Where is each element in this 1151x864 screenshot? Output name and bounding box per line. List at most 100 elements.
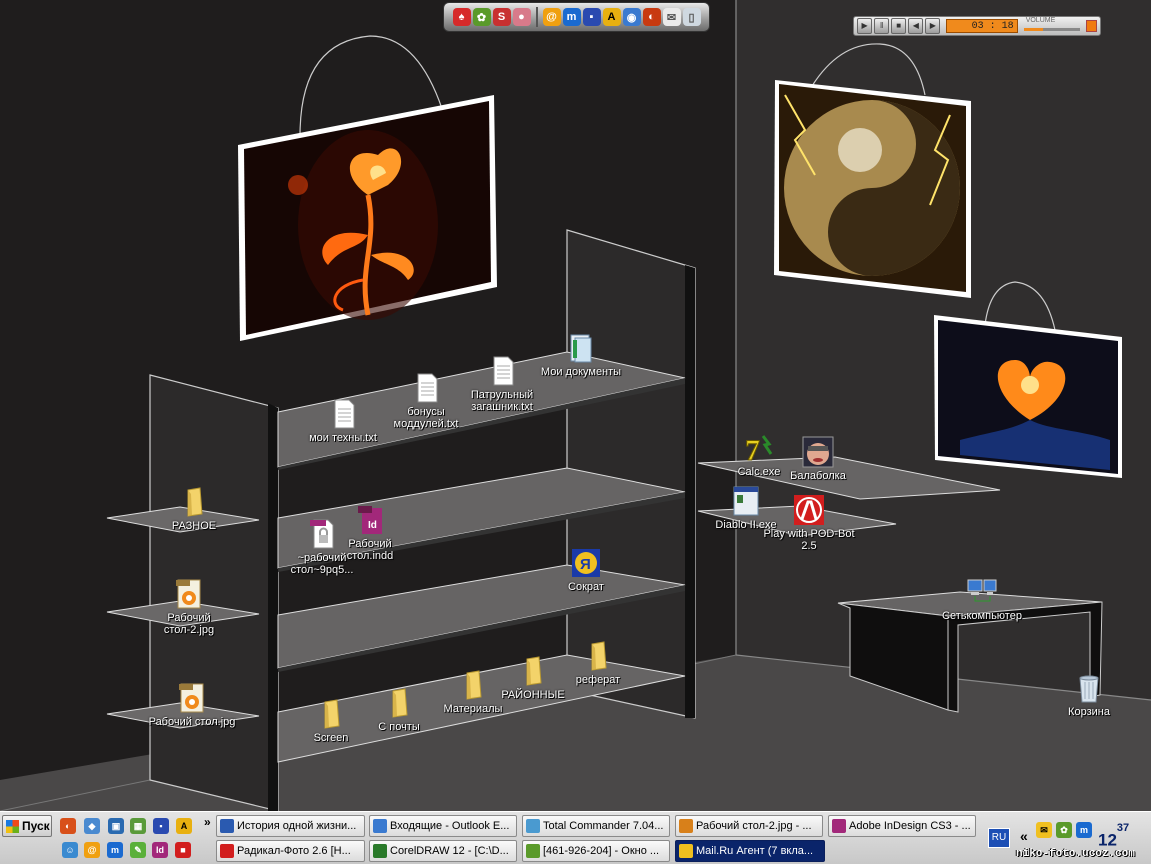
desktop-icon-balabolka[interactable]: Балаболка [772, 436, 864, 482]
task-icq-window[interactable]: [461-926-204] - Окно ... [522, 840, 670, 862]
desktop-icon-rabochiy-stol-2-jpg[interactable]: Рабочий стол-2.jpg [143, 578, 235, 636]
task-mail-agent[interactable]: Mail.Ru Агент (7 вкла... [675, 840, 825, 862]
pig-icon[interactable]: ● [512, 8, 531, 26]
task-label: [461-926-204] - Окно ... [543, 845, 660, 857]
icon-label: РАЙОННЫЕ [501, 689, 565, 701]
play-button[interactable]: ▶ [857, 18, 873, 34]
task-total-commander[interactable]: Total Commander 7.04... [522, 815, 670, 837]
icq-task-icon [526, 844, 540, 858]
chat-icon[interactable]: ☺ [62, 842, 78, 858]
text-file-icon [493, 356, 514, 386]
calc-icon: 7 [745, 434, 773, 464]
quicklaunch-overflow-chevron[interactable]: » [204, 815, 211, 829]
viewer-icon [679, 819, 693, 833]
jpg-file-icon [179, 683, 204, 713]
folder-icon [466, 670, 482, 700]
task-outlook[interactable]: Входящие - Outlook E... [369, 815, 517, 837]
task-coreldraw[interactable]: CorelDRAW 12 - [C:\D... [369, 840, 517, 862]
globe-icon[interactable]: ◉ [622, 8, 641, 26]
quicklaunch-separator [535, 7, 538, 27]
desktop-icon-referat[interactable]: реферат [552, 640, 644, 686]
radikal-icon[interactable]: ♠ [452, 8, 471, 26]
start-button[interactable]: Пуск [2, 815, 52, 837]
envelope-icon[interactable]: ✉ [662, 8, 681, 26]
agent-quicklaunch-icon[interactable]: m [107, 842, 123, 858]
desktop-icon-sokrat[interactable]: Я Сократ [540, 547, 632, 593]
desktop-icon-moi-dokumenty[interactable]: Мои документы [535, 332, 627, 378]
pause-button[interactable]: ‖ [874, 18, 890, 34]
next-button[interactable]: ▶ [925, 18, 941, 34]
half-life-icon [794, 495, 824, 525]
firefox-icon[interactable]: ◐ [642, 8, 661, 26]
stop-button[interactable]: ■ [891, 18, 907, 34]
task-indesign[interactable]: Adobe InDesign CS3 - ... [828, 815, 976, 837]
red-app-icon[interactable]: ■ [175, 842, 191, 858]
window-icon[interactable]: ▣ [108, 818, 124, 834]
start-label: Пуск [22, 819, 50, 833]
icon-label: Материалы [443, 703, 503, 715]
icon-label: Патрульный загашник.txt [470, 389, 534, 413]
volume-slider[interactable]: VOLUME [1023, 17, 1080, 33]
task-label: Входящие - Outlook E... [390, 820, 510, 832]
task-word[interactable]: История одной жизни... [216, 815, 365, 837]
desktop-icon-moi-tehny[interactable]: мои техны.txt [297, 398, 389, 444]
desktop-icon-pod-bot[interactable]: Play with POD-Bot 2.5 [763, 494, 855, 552]
radikal-task-icon [220, 844, 234, 858]
icon-label: РАЗНОЕ [171, 520, 217, 532]
task-radikal[interactable]: Радикал-Фото 2.6 [Н... [216, 840, 365, 862]
icon-label: мои техны.txt [309, 432, 377, 444]
diablo-icon [733, 486, 759, 516]
balabolka-icon [802, 436, 834, 468]
media-player: ▶ ‖ ■ ◀ ▶ 03 : 18 VOLUME [853, 16, 1101, 36]
task-label: Total Commander 7.04... [543, 820, 664, 832]
mail-agent-icon [679, 844, 693, 858]
desktop-icon-trash[interactable]: Корзина [1043, 672, 1135, 718]
floppy-quicklaunch-icon[interactable]: ▪ [153, 818, 169, 834]
desktop[interactable]: ♠ ✿ S ● @ m ▪ A ◉ ◐ ✉ ▯ ▶ ‖ ■ ◀ ▶ 03 : 1… [0, 0, 1151, 811]
mail-at-icon[interactable]: @ [542, 8, 561, 26]
icon-label: Сократ [568, 581, 604, 593]
task-label: Радикал-Фото 2.6 [Н... [237, 845, 351, 857]
task-label: Adobe InDesign CS3 - ... [849, 820, 971, 832]
icon-label: Рабочий стол-2.jpg [163, 612, 215, 636]
task-label: Рабочий стол-2.jpg - ... [696, 820, 812, 832]
my-documents-icon [570, 334, 592, 363]
tray-chevron[interactable]: « [1020, 828, 1028, 844]
volume-label: VOLUME [1025, 17, 1056, 24]
icq-icon[interactable]: ✿ [472, 8, 491, 26]
svg-text:Id: Id [368, 520, 377, 531]
aimp-quicklaunch-icon[interactable]: A [176, 818, 192, 834]
mail-tray-icon[interactable]: ✉ [1036, 822, 1052, 838]
desktop-icon-rabochiy-stol-jpg[interactable]: Рабочий стол.jpg [146, 682, 238, 728]
task-image-viewer[interactable]: Рабочий стол-2.jpg - ... [675, 815, 823, 837]
desktop-icon-raznoe[interactable]: РАЗНОЕ [148, 486, 240, 532]
icon-label: Мои документы [540, 366, 622, 378]
image-icon[interactable]: ▦ [130, 818, 146, 834]
indesign-quicklaunch-icon[interactable]: Id [152, 842, 168, 858]
prev-button[interactable]: ◀ [908, 18, 924, 34]
firefox-quicklaunch-icon[interactable]: ◐ [60, 818, 76, 834]
task-label: Mail.Ru Агент (7 вкла... [696, 845, 814, 857]
icq-tray-icon[interactable]: ✿ [1056, 822, 1072, 838]
snake-icon[interactable]: S [492, 8, 511, 26]
volume-fill [1023, 28, 1044, 31]
pen-icon[interactable]: ✎ [130, 842, 146, 858]
agent-tray-icon[interactable]: m [1076, 822, 1092, 838]
icon-label: Рабочий стол.jpg [148, 716, 236, 728]
windows-logo-icon [6, 819, 19, 833]
top-quicklaunch-bar: ♠ ✿ S ● @ m ▪ A ◉ ◐ ✉ ▯ [443, 2, 710, 32]
desktop-icon-indd[interactable]: Id Рабочий стол.indd [324, 504, 416, 562]
aimp-icon[interactable]: A [602, 8, 621, 26]
mail-at-quicklaunch-icon[interactable]: @ [84, 842, 100, 858]
icon-label: реферат [575, 674, 621, 686]
cube-icon[interactable]: ◆ [84, 818, 100, 834]
floppy-icon[interactable]: ▪ [582, 8, 601, 26]
clock-minutes: 37 [1116, 822, 1130, 834]
icon-label: Play with POD-Bot 2.5 [763, 528, 855, 552]
language-indicator[interactable]: RU [988, 828, 1010, 848]
recycle-bin-icon[interactable]: ▯ [682, 8, 701, 26]
agent-icon[interactable]: m [562, 8, 581, 26]
svg-text:Я: Я [580, 556, 591, 573]
close-player-button[interactable] [1085, 20, 1098, 32]
desktop-icon-network[interactable]: Сетькомпьютер [936, 576, 1028, 622]
